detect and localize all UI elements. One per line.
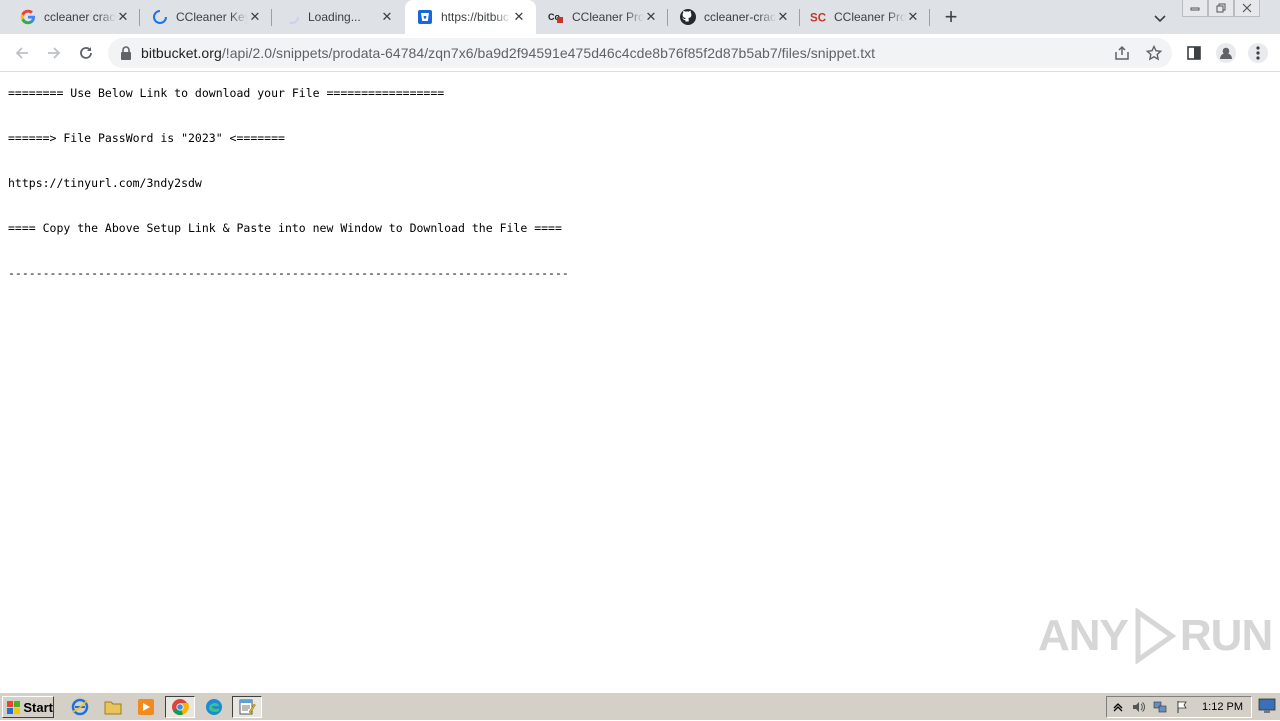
new-tab-button[interactable]: +: [940, 6, 962, 29]
watermark-right: RUN: [1179, 611, 1273, 660]
github-icon: [680, 9, 696, 25]
internet-explorer-icon[interactable]: [71, 698, 89, 716]
close-tab-icon[interactable]: ✕: [512, 10, 526, 24]
tab-ccleaner-crack-github[interactable]: ccleaner-crack ✕: [660, 0, 800, 34]
tab-loading[interactable]: Loading... ✕: [264, 0, 404, 34]
anyrun-watermark: ANY RUN: [1038, 608, 1273, 664]
volume-icon[interactable]: [1131, 700, 1145, 714]
browser-toolbar: bitbucket.org/!api/2.0/snippets/prodata-…: [0, 34, 1280, 72]
site-logo-icon: Co: [548, 9, 564, 25]
media-player-icon[interactable]: [137, 698, 155, 716]
close-tab-icon[interactable]: ✕: [116, 10, 130, 24]
taskbar-chrome-button[interactable]: [165, 696, 195, 718]
minimize-button[interactable]: [1182, 0, 1208, 17]
tab-title: ccleaner-crack: [704, 10, 776, 24]
text-line: ----------------------------------------…: [8, 266, 569, 280]
start-label: Start: [23, 699, 53, 715]
taskbar: Start 1:12 PM: [0, 692, 1280, 720]
notepad-icon: [239, 699, 256, 715]
tab-title: ccleaner crack: [44, 10, 116, 24]
action-center-flag-icon[interactable]: [1175, 700, 1189, 714]
close-tab-icon[interactable]: ✕: [644, 10, 658, 24]
tab-ccleaner-crack[interactable]: ccleaner crack ✕: [0, 0, 140, 34]
edge-icon[interactable]: [205, 698, 223, 716]
loading-spinner-icon: [284, 9, 300, 25]
tab-bitbucket-active[interactable]: https://bitbucket ✕: [405, 0, 536, 34]
watermark-left: ANY: [1038, 611, 1129, 660]
page-content: ======== Use Below Link to download your…: [0, 72, 1280, 692]
taskbar-notepad-button[interactable]: [232, 696, 262, 718]
profile-avatar-icon[interactable]: [1216, 43, 1236, 63]
tab-title: CCleaner Prof: [834, 10, 906, 24]
close-window-button[interactable]: [1234, 0, 1260, 17]
tab-title: CCleaner Key: [176, 10, 248, 24]
windows-flag-icon: [7, 700, 21, 714]
show-hidden-icons-icon[interactable]: [1111, 700, 1125, 714]
close-tab-icon[interactable]: ✕: [776, 10, 790, 24]
network-icon[interactable]: [1153, 700, 1167, 714]
tab-strip: ccleaner crack ✕ CCleaner Key ✕ Loading.…: [0, 0, 1280, 34]
side-panel-icon[interactable]: [1184, 43, 1204, 63]
tab-ccleaner-pro[interactable]: Co CCleaner Pro ✕: [528, 0, 668, 34]
text-line: ======> File PassWord is "2023" <=======: [8, 131, 285, 145]
reload-button[interactable]: [76, 43, 96, 63]
chrome-icon: [172, 699, 189, 715]
restore-button[interactable]: [1208, 0, 1234, 17]
text-line: ==== Copy the Above Setup Link & Paste i…: [8, 221, 562, 235]
forward-button[interactable]: [44, 43, 64, 63]
sc-logo-icon: SC: [810, 9, 826, 25]
system-tray: 1:12 PM: [1106, 696, 1252, 718]
file-explorer-icon[interactable]: [104, 698, 122, 716]
tab-search-chevron-icon[interactable]: [1152, 10, 1168, 26]
url-text[interactable]: bitbucket.org/!api/2.0/snippets/prodata-…: [141, 45, 875, 61]
menu-kebab-icon[interactable]: [1248, 43, 1268, 63]
window-controls: [1182, 0, 1260, 18]
start-button[interactable]: Start: [2, 696, 54, 718]
google-icon: [20, 9, 36, 25]
taskbar-clock[interactable]: 1:12 PM: [1202, 701, 1243, 713]
bitbucket-icon: [417, 9, 433, 25]
url-host: bitbucket.org: [141, 45, 222, 61]
tab-divider: [929, 9, 930, 26]
bookmark-star-icon[interactable]: [1145, 44, 1163, 61]
play-logo-icon: [1135, 608, 1176, 664]
close-tab-icon[interactable]: ✕: [248, 10, 262, 24]
tab-title: https://bitbucket: [441, 10, 511, 24]
lock-icon[interactable]: [120, 46, 132, 60]
text-line: ======== Use Below Link to download your…: [8, 86, 445, 100]
svg-text:SC: SC: [810, 12, 826, 24]
back-button[interactable]: [12, 43, 32, 63]
address-bar[interactable]: bitbucket.org/!api/2.0/snippets/prodata-…: [108, 38, 1172, 68]
tab-ccleaner-key[interactable]: CCleaner Key ✕: [132, 0, 272, 34]
tab-title: Loading...: [308, 10, 361, 24]
close-tab-icon[interactable]: ✕: [380, 10, 394, 24]
loading-spinner-icon: [152, 9, 168, 25]
share-icon[interactable]: [1114, 45, 1130, 61]
url-path: /!api/2.0/snippets/prodata-64784/zqn7x6/…: [221, 45, 876, 61]
text-line: https://tinyurl.com/3ndy2sdw: [8, 176, 202, 190]
close-tab-icon[interactable]: ✕: [906, 10, 920, 24]
show-desktop-icon[interactable]: [1258, 698, 1276, 714]
tab-ccleaner-prof[interactable]: SC CCleaner Prof ✕: [790, 0, 930, 34]
snippet-text: ======== Use Below Link to download your…: [8, 86, 569, 281]
tab-title: CCleaner Pro: [572, 10, 644, 24]
